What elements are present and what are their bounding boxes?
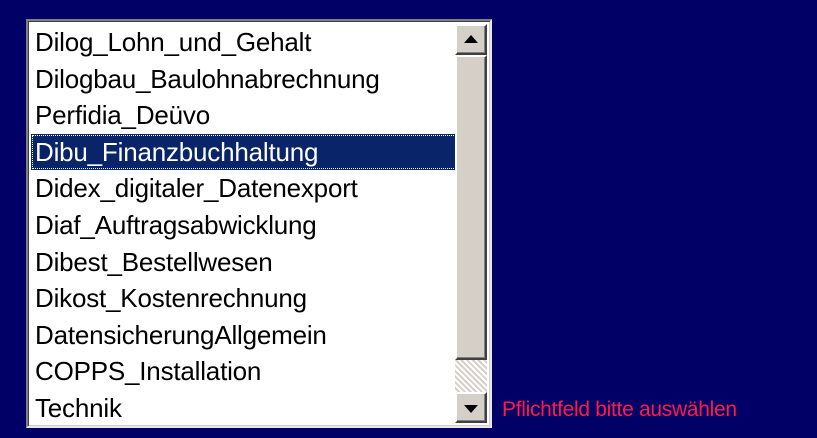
scroll-up-button[interactable] [455,24,487,55]
list-item[interactable]: Technik [31,390,459,426]
scroll-up-arrow-icon [464,34,478,43]
vertical-scrollbar[interactable] [455,24,487,423]
list-item[interactable]: DatensicherungAllgemein [31,317,459,354]
product-listbox[interactable]: Dilog_Lohn_und_Gehalt Dilogbau_Baulohnab… [26,19,492,428]
list-item[interactable]: Dilogbau_Baulohnabrechnung [31,61,459,98]
scroll-down-arrow-icon [464,404,478,413]
list-item-selected[interactable]: Dibu_Finanzbuchhaltung [31,133,459,171]
listbox-options: Dilog_Lohn_und_Gehalt Dilogbau_Baulohnab… [31,24,459,426]
required-field-message: Pflichtfeld bitte auswählen [502,398,737,421]
list-item[interactable]: Dibest_Bestellwesen [31,244,459,281]
list-item[interactable]: Perfidia_Deüvo [31,97,459,134]
list-item[interactable]: COPPS_Installation [31,353,459,390]
list-item[interactable]: Diaf_Auftragsabwicklung [31,207,459,244]
scroll-down-button[interactable] [455,392,487,423]
list-item[interactable]: Didex_digitaler_Datenexport [31,170,459,207]
list-item[interactable]: Dilog_Lohn_und_Gehalt [31,24,459,61]
list-item[interactable]: Dikost_Kostenrechnung [31,280,459,317]
scrollbar-thumb[interactable] [455,55,487,360]
